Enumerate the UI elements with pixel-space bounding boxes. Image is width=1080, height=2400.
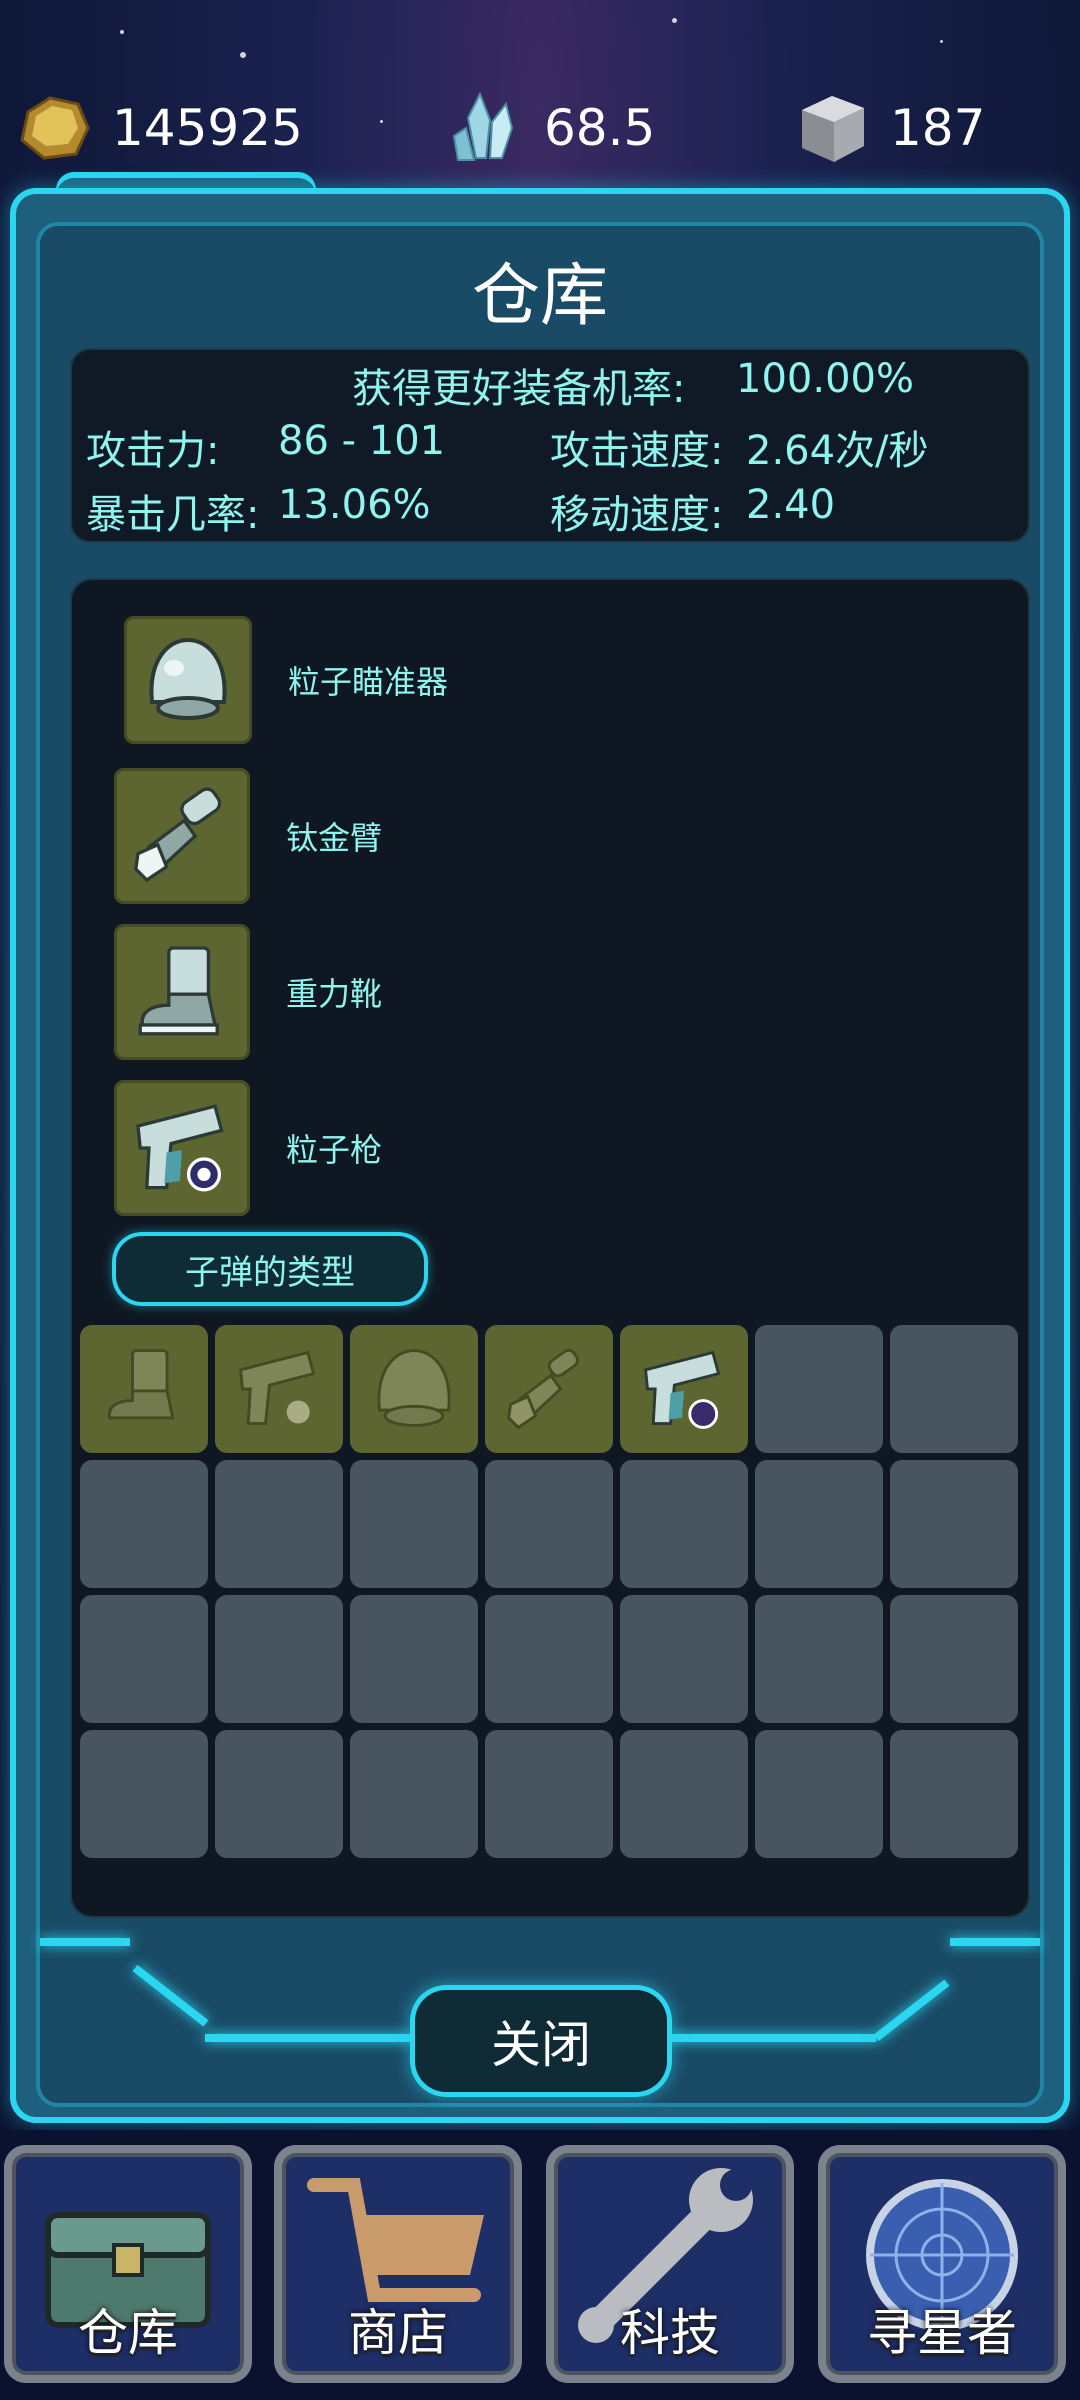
nav-label: 仓库 — [78, 2304, 178, 2362]
metal-cube-icon — [802, 96, 864, 162]
inventory-slot[interactable] — [80, 1595, 208, 1723]
nav-shop-button[interactable]: 商店 — [274, 2145, 522, 2383]
crit-value: 13.06% — [278, 482, 431, 528]
better-gear-value: 100.00% — [736, 356, 914, 402]
inventory-slot[interactable] — [620, 1460, 748, 1588]
equipped-item-label: 粒子枪 — [286, 1131, 383, 1169]
equipped-item-gun[interactable]: 粒子枪 — [114, 1080, 382, 1216]
inventory-slot[interactable] — [485, 1595, 613, 1723]
inventory-slot[interactable] — [755, 1460, 883, 1588]
nav-label: 科技 — [620, 2304, 720, 2362]
panel-title: 仓库 — [471, 257, 608, 336]
inventory-slot[interactable] — [890, 1325, 1018, 1453]
metal-amount: 187 — [890, 99, 986, 157]
crystal-resource: 68.5 — [446, 88, 655, 168]
crit-label: 暴击几率: — [86, 492, 260, 538]
nav-warehouse-button[interactable]: 仓库 — [4, 2145, 252, 2383]
gun-icon — [644, 1350, 721, 1429]
nav-label: 寻星者 — [867, 2304, 1017, 2362]
inventory-slot[interactable] — [215, 1325, 343, 1453]
inventory-slot[interactable] — [215, 1595, 343, 1723]
equipped-item-sight[interactable]: 粒子瞄准器 — [124, 616, 448, 744]
inventory-slot[interactable] — [350, 1325, 478, 1453]
glow-line-left — [40, 1938, 130, 1946]
move-speed-label: 移动速度: — [550, 492, 724, 538]
equipped-item-label: 重力靴 — [286, 975, 383, 1013]
inventory-slot[interactable] — [755, 1730, 883, 1858]
inventory-slot[interactable] — [350, 1595, 478, 1723]
crystal-icon — [452, 91, 514, 161]
inventory-slot[interactable] — [80, 1460, 208, 1588]
arm-glove-icon — [134, 787, 222, 883]
gun-icon — [136, 1104, 224, 1192]
inventory-slot[interactable] — [80, 1730, 208, 1858]
attack-label: 攻击力: — [86, 428, 220, 474]
boot-icon — [138, 946, 219, 1036]
close-button[interactable]: 关闭 — [410, 1985, 672, 2097]
glow-line-right-bottom — [666, 2034, 876, 2042]
inventory-slot[interactable] — [890, 1730, 1018, 1858]
inventory-grid — [80, 1325, 1024, 1860]
gun-icon — [239, 1350, 316, 1425]
inventory-slot[interactable] — [80, 1325, 208, 1453]
inventory-slot[interactable] — [485, 1460, 613, 1588]
inventory-slot[interactable] — [620, 1730, 748, 1858]
inventory-slot[interactable] — [350, 1460, 478, 1588]
attack-value: 86 - 101 — [278, 418, 446, 464]
nav-seeker-button[interactable]: 寻星者 — [818, 2145, 1066, 2383]
crystal-amount: 68.5 — [544, 99, 656, 157]
inventory-slot[interactable] — [890, 1595, 1018, 1723]
boot-icon — [107, 1349, 175, 1420]
nav-tech-button[interactable]: 科技 — [546, 2145, 794, 2383]
equipped-item-arm[interactable]: 钛金臂 — [114, 768, 382, 904]
helmet-icon — [149, 637, 227, 720]
glow-line-right — [950, 1938, 1040, 1946]
inventory-slot[interactable] — [890, 1460, 1018, 1588]
gold-resource: 145925 — [14, 88, 303, 168]
gold-ore-icon — [20, 96, 90, 160]
inventory-slot[interactable] — [755, 1595, 883, 1723]
inventory-slot[interactable] — [620, 1595, 748, 1723]
gold-amount: 145925 — [112, 99, 303, 157]
bullet-type-button[interactable]: 子弹的类型 — [112, 1232, 428, 1306]
nav-label: 商店 — [348, 2304, 448, 2362]
better-gear-label: 获得更好装备机率: — [352, 366, 686, 412]
equipped-item-label: 钛金臂 — [286, 819, 383, 857]
attack-speed-value: 2.64次/秒 — [746, 428, 929, 474]
inventory-slot[interactable] — [485, 1730, 613, 1858]
equipped-item-label: 粒子瞄准器 — [288, 663, 449, 701]
equipped-item-boots[interactable]: 重力靴 — [114, 924, 382, 1060]
move-speed-value: 2.40 — [746, 482, 836, 528]
arm-glove-icon — [507, 1348, 579, 1430]
inventory-slot[interactable] — [620, 1325, 748, 1453]
inventory-slot[interactable] — [350, 1730, 478, 1858]
inventory-slot[interactable] — [755, 1325, 883, 1453]
attack-speed-label: 攻击速度: — [550, 428, 724, 474]
inventory-slot[interactable] — [215, 1730, 343, 1858]
inventory-slot[interactable] — [485, 1325, 613, 1453]
metal-resource: 187 — [792, 88, 985, 168]
inventory-slot[interactable] — [215, 1460, 343, 1588]
helmet-icon — [377, 1349, 451, 1427]
glow-line-left-bottom — [205, 2034, 415, 2042]
